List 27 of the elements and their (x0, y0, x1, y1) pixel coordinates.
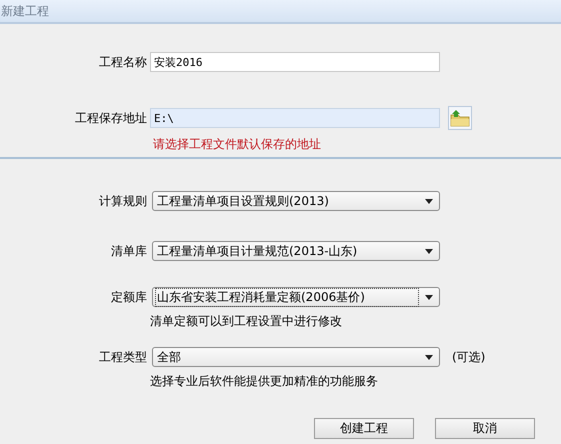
project-name-field[interactable]: 安装2016 (150, 52, 440, 72)
folder-icon (450, 109, 470, 127)
caret-icon (425, 248, 433, 254)
dropdown[interactable]: 工程量清单项目设置规则(2013) (152, 191, 440, 211)
hint-text: 请选择工程文件默认保存的地址 (153, 136, 322, 153)
dropdown-value: 工程量清单项目计量规范(2013-山东) (156, 242, 358, 260)
save-path-field[interactable]: E:\ (150, 108, 440, 128)
optional-label: (可选) (452, 348, 486, 366)
caret-icon (425, 198, 433, 204)
field-label: 定额库 (110, 288, 147, 306)
dropdown-value: 工程量清单项目设置规则(2013) (156, 192, 330, 210)
dropdown-value: 全部 (156, 348, 182, 366)
field-label: 计算规则 (98, 192, 147, 210)
cancel-button[interactable]: 取消 (435, 418, 535, 439)
window-title: 新建工程 (1, 2, 49, 20)
dropdown[interactable]: 工程量清单项目计量规范(2013-山东) (152, 241, 440, 261)
caret-icon (425, 294, 433, 300)
dropdown[interactable]: 全部 (152, 347, 440, 367)
field-label: 清单库 (110, 242, 147, 260)
field-label: 工程保存地址 (74, 110, 147, 126)
caret-icon (425, 354, 433, 360)
browse-button[interactable] (448, 106, 472, 130)
field-label: 工程类型 (98, 348, 147, 366)
note-text: 清单定额可以到工程设置中进行修改 (150, 313, 343, 330)
note-text: 选择专业后软件能提供更加精准的功能服务 (150, 373, 379, 390)
field-label: 工程名称 (98, 54, 147, 70)
create-button[interactable]: 创建工程 (314, 418, 414, 439)
